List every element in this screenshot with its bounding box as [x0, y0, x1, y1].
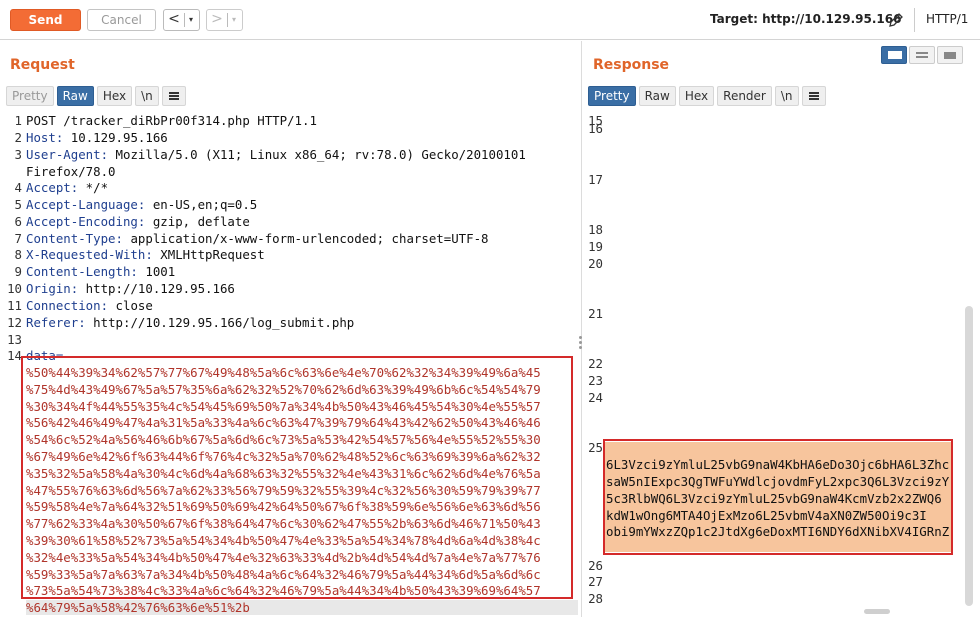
- stacked-layout-icon[interactable]: [909, 46, 935, 64]
- header-referer: Referer: http://10.129.95.166/log_submit…: [26, 315, 355, 330]
- body-encoded-line: %75%4d%43%49%67%5a%57%35%6a%62%32%52%70%…: [26, 382, 541, 397]
- body-encoded-line: %35%32%5a%58%4a%30%4c%6d%4a%68%63%32%55%…: [26, 466, 541, 481]
- cancel-button[interactable]: Cancel: [87, 9, 156, 31]
- line-number: 3: [14, 147, 22, 162]
- line-number: 27: [588, 574, 603, 589]
- body-encoded-line: %30%34%4f%44%55%35%4c%54%45%69%50%7a%34%…: [26, 399, 541, 414]
- forward-dropdown-icon[interactable]: ▾: [228, 10, 240, 30]
- response-editor[interactable]: 15 16 17 18 19 20 21 22 23 24 25 26 27 2…: [583, 113, 980, 617]
- request-editor[interactable]: 1 POST /tracker_diRbPr00f314.php HTTP/1.…: [0, 113, 578, 617]
- panel-divider[interactable]: [581, 41, 582, 617]
- toolbar-separator: [914, 8, 915, 32]
- line-number: 4: [14, 180, 22, 195]
- line-number: 21: [588, 306, 603, 321]
- response-tab-render[interactable]: Render: [717, 86, 772, 106]
- line-number: 11: [7, 298, 22, 313]
- response-base64-line: 6L3Vzci9zYmluL25vbG9naW4KbHA6eDo3Ojc6bHA…: [606, 457, 950, 472]
- line-number: 24: [588, 390, 603, 405]
- history-forward-group[interactable]: > ▾: [206, 9, 243, 31]
- line-number: 13: [7, 332, 22, 347]
- line-number: 28: [588, 591, 603, 606]
- request-tab-pretty[interactable]: Pretty: [6, 86, 54, 106]
- body-encoded-line: %59%33%5a%7a%63%7a%34%4b%50%48%4a%6c%64%…: [26, 567, 541, 582]
- response-base64-line: kdW1wOng6MTA4OjExMzo6L25vbmV4aXN0ZW50Oi9…: [606, 508, 927, 523]
- header-accept: Accept: */*: [26, 180, 109, 195]
- header-content-type: Content-Type: application/x-www-form-url…: [26, 231, 489, 246]
- line-number: 22: [588, 356, 603, 371]
- line-number: 5: [14, 197, 22, 212]
- header-host: Host: 10.129.95.166: [26, 130, 168, 145]
- header-x-requested-with: X-Requested-With: XMLHttpRequest: [26, 247, 265, 262]
- line-number: 20: [588, 256, 603, 271]
- response-tab-raw[interactable]: Raw: [638, 86, 676, 106]
- line-number: 14: [7, 348, 22, 363]
- body-encoded-line: %32%4e%33%5a%54%34%4b%50%47%4e%32%63%33%…: [26, 550, 541, 565]
- response-tab-pretty[interactable]: Pretty: [588, 86, 636, 106]
- header-content-length: Content-Length: 1001: [26, 264, 176, 279]
- header-accept-encoding: Accept-Encoding: gzip, deflate: [26, 214, 250, 229]
- target-label: Target: http://10.129.95.166: [710, 12, 902, 26]
- body-encoded-line: %39%30%61%58%52%73%5a%54%34%4b%50%47%4e%…: [26, 533, 541, 548]
- body-encoded-line: %56%42%46%49%47%4a%31%5a%33%4a%6c%63%47%…: [26, 415, 541, 430]
- side-by-side-layout-icon[interactable]: [881, 46, 907, 64]
- response-panel-title: Response: [593, 57, 670, 73]
- protocol-label[interactable]: HTTP/1: [926, 12, 968, 26]
- body-encoded-line: %59%58%4e%7a%64%32%51%69%50%69%42%64%50%…: [26, 499, 541, 514]
- body-encoded-line: %73%5a%54%73%38%4c%33%4a%6c%64%32%46%79%…: [26, 583, 541, 598]
- line-number: 25: [588, 440, 603, 455]
- single-pane-layout-icon[interactable]: [937, 46, 963, 64]
- line-number: 23: [588, 373, 603, 388]
- header-accept-language: Accept-Language: en-US,en;q=0.5: [26, 197, 258, 212]
- request-tab-hex[interactable]: Hex: [96, 86, 133, 106]
- body-encoded-line: %77%62%33%4a%30%50%67%6f%38%64%47%6c%30%…: [26, 516, 541, 531]
- body-encoded-line-current: %64%79%5a%58%42%76%63%6e%51%2b: [26, 600, 578, 615]
- header-user-agent-wrap: Firefox/78.0: [26, 164, 116, 179]
- line-number: 16: [588, 121, 603, 136]
- body-encoded-line: %50%44%39%34%62%57%77%67%49%48%5a%6c%63%…: [26, 365, 541, 380]
- back-arrow-icon[interactable]: <: [164, 10, 184, 30]
- header-origin: Origin: http://10.129.95.166: [26, 281, 235, 296]
- body-encoded-line: %54%6c%52%4a%56%46%6b%67%5a%6d%6c%73%5a%…: [26, 432, 541, 447]
- response-view-tabs: Pretty Raw Hex Render \n: [588, 86, 826, 106]
- toolbar: Send Cancel < ▾ > ▾ Target: http://10.12…: [0, 0, 980, 40]
- header-user-agent: User-Agent: Mozilla/5.0 (X11; Linux x86_…: [26, 147, 526, 162]
- line-number: 8: [14, 247, 22, 262]
- body-encoded-line: %67%49%6e%42%6f%63%44%6f%76%4c%32%5a%70%…: [26, 449, 541, 464]
- response-tab-hex[interactable]: Hex: [678, 86, 715, 106]
- request-menu-icon[interactable]: [161, 86, 186, 106]
- response-menu-icon[interactable]: [801, 86, 826, 106]
- request-line: POST /tracker_diRbPr00f314.php HTTP/1.1: [26, 113, 317, 128]
- body-param-name: data=: [26, 348, 64, 363]
- response-horizontal-scrollbar[interactable]: [864, 609, 890, 614]
- response-base64-line: obi9mYWxzZQp1c2JtdXg6eDoxMTI6NDY6dXNibXV…: [606, 524, 950, 539]
- history-back-group[interactable]: < ▾: [163, 9, 200, 31]
- edit-target-pencil-icon[interactable]: [886, 10, 906, 30]
- request-view-tabs: Pretty Raw Hex \n: [6, 86, 186, 106]
- response-base64-line: saW5nIExpc3QgTWFuYWdlcjovdmFyL2xpc3Q6L3V…: [606, 474, 950, 489]
- request-tab-newline[interactable]: \n: [135, 86, 159, 106]
- layout-toggle: [881, 46, 963, 64]
- request-panel-title: Request: [10, 57, 75, 73]
- forward-arrow-icon[interactable]: >: [207, 10, 227, 30]
- response-vertical-scrollbar[interactable]: [965, 306, 973, 606]
- line-number: 17: [588, 172, 603, 187]
- header-connection: Connection: close: [26, 298, 153, 313]
- request-tab-raw[interactable]: Raw: [56, 86, 94, 106]
- line-number: 1: [14, 113, 22, 128]
- line-number: 12: [7, 315, 22, 330]
- line-number: 19: [588, 239, 603, 254]
- response-tab-newline[interactable]: \n: [774, 86, 799, 106]
- line-number: 7: [14, 231, 22, 246]
- back-dropdown-icon[interactable]: ▾: [185, 10, 197, 30]
- line-number: 2: [14, 130, 22, 145]
- response-base64-line: 5c3RlbWQ6L3Vzci9zYmluL25vbG9naW4KcmVzb2x…: [606, 491, 942, 506]
- line-number: 6: [14, 214, 22, 229]
- send-button[interactable]: Send: [10, 9, 81, 31]
- line-number: 9: [14, 264, 22, 279]
- line-number: 26: [588, 558, 603, 573]
- line-number: 10: [7, 281, 22, 296]
- line-number: 18: [588, 222, 603, 237]
- body-encoded-line: %47%55%76%63%6d%56%7a%62%33%56%79%59%32%…: [26, 483, 541, 498]
